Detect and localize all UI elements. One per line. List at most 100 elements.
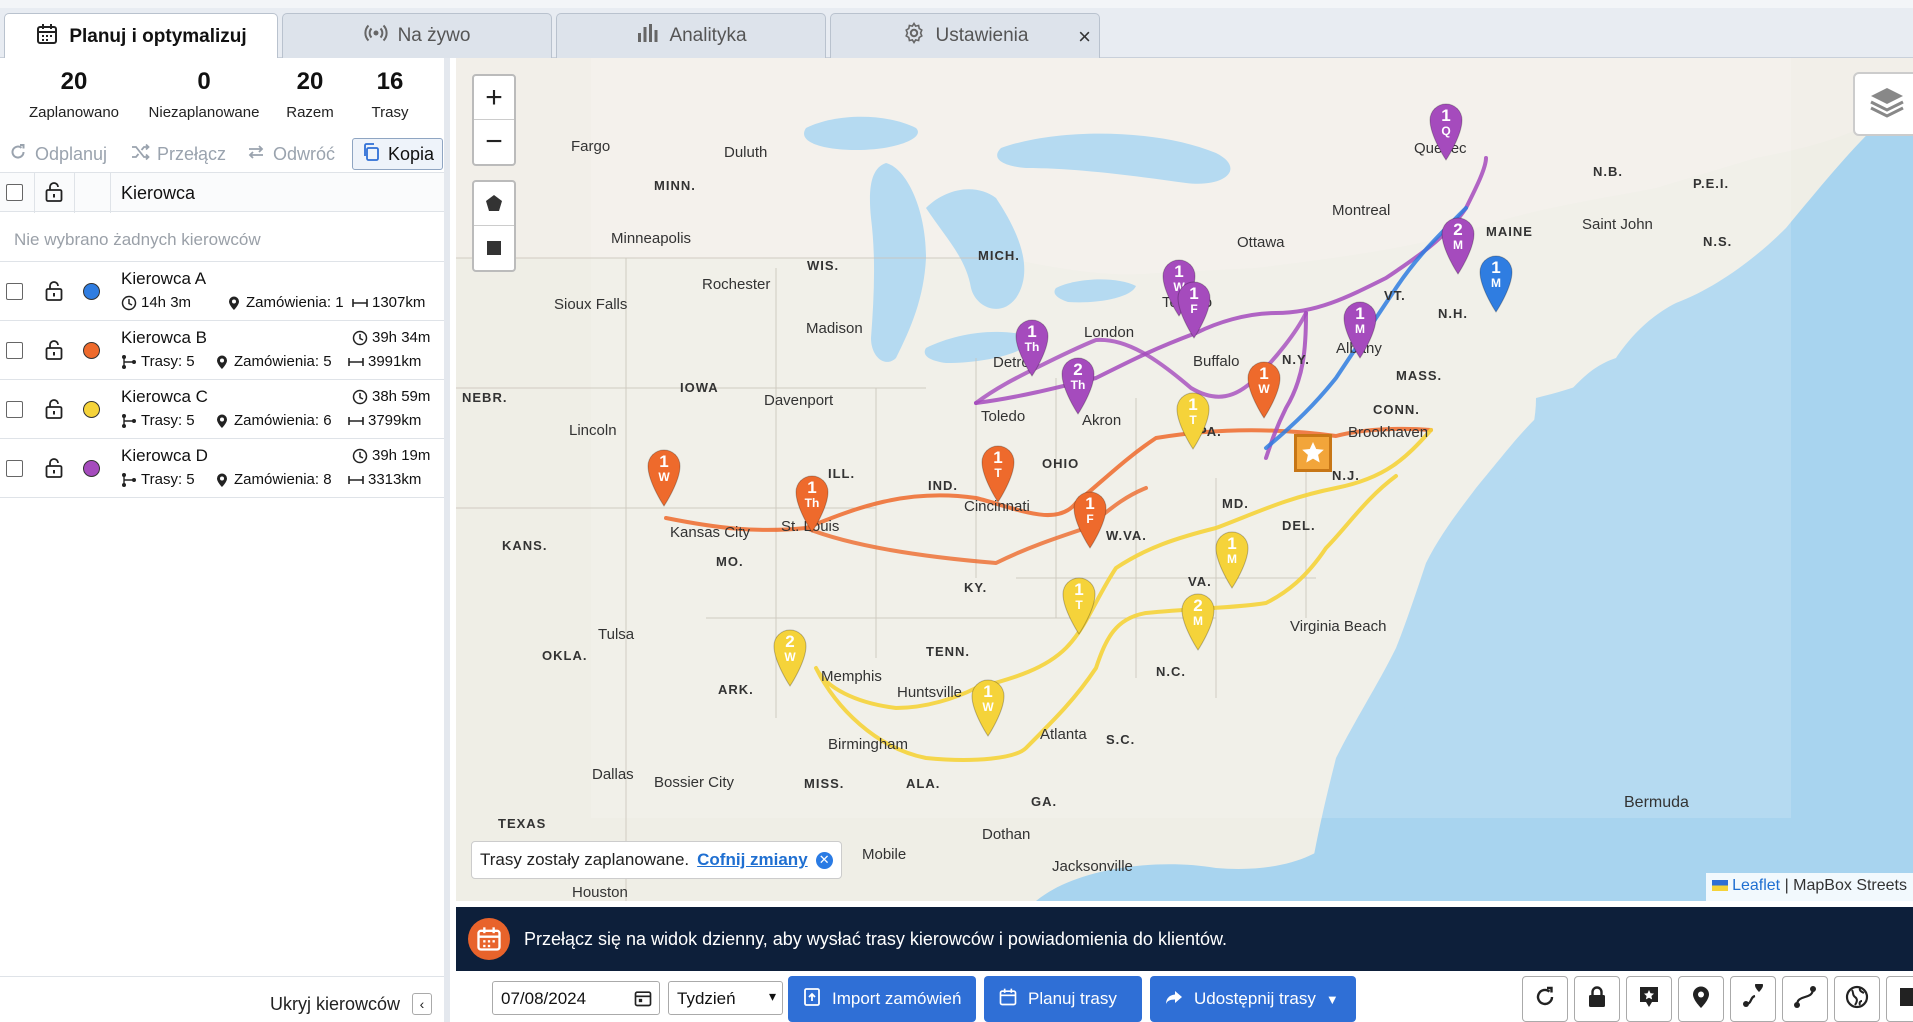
driver-checkbox[interactable] bbox=[6, 460, 23, 477]
share-routes-button[interactable]: Udostępnij trasy ▼ bbox=[1150, 976, 1356, 1022]
app-window: Planuj i optymalizuj Na żywo Analityka U… bbox=[0, 0, 1913, 1022]
close-toast-icon[interactable]: ✕ bbox=[815, 851, 833, 869]
attribution-text: | MapBox Streets bbox=[1780, 877, 1907, 894]
distance-icon bbox=[348, 475, 364, 484]
select-all-checkbox[interactable] bbox=[6, 184, 23, 201]
driver-row[interactable]: Kierowca C 38h 59m Trasy: 5 Zamówienia: … bbox=[0, 380, 444, 439]
route-stop-marker[interactable]: 1F bbox=[1176, 280, 1212, 340]
copy-button[interactable]: Kopia bbox=[352, 138, 444, 170]
driver-orders-value: Zamówienia: 5 bbox=[234, 353, 332, 370]
route-stop-marker[interactable]: 1Q bbox=[1428, 102, 1464, 162]
layers-control[interactable] bbox=[1853, 72, 1913, 136]
marker-number: 1 bbox=[807, 478, 817, 497]
route-stop-marker[interactable]: 1M bbox=[1214, 530, 1250, 590]
share-label: Udostępnij trasy bbox=[1194, 989, 1316, 1008]
refresh-button[interactable] bbox=[1522, 976, 1568, 1022]
state-label: TENN. bbox=[926, 644, 970, 659]
state-label: N.H. bbox=[1438, 306, 1468, 321]
period-select[interactable]: Tydzień ▾ bbox=[668, 981, 783, 1015]
zoom-in-button[interactable]: + bbox=[474, 76, 514, 120]
copy-label: Kopia bbox=[388, 143, 435, 164]
driver-row[interactable]: Kierowca A 14h 3m Zamówienia: 1 1307km bbox=[0, 262, 444, 321]
route-lines-button[interactable] bbox=[1782, 976, 1828, 1022]
plan-routes-button[interactable]: Planuj trasy bbox=[984, 976, 1142, 1022]
route-stop-marker[interactable]: 1M bbox=[1342, 300, 1378, 360]
lock-all-button[interactable] bbox=[1574, 976, 1620, 1022]
share-icon bbox=[1164, 987, 1184, 1012]
calendar-icon bbox=[468, 918, 510, 960]
state-label: KANS. bbox=[502, 538, 548, 553]
panel-icon bbox=[1896, 984, 1913, 1015]
route-stop-marker[interactable]: 1 Th bbox=[794, 474, 830, 534]
reverse-button[interactable]: Odwróć bbox=[246, 138, 335, 170]
city-label: Montreal bbox=[1332, 202, 1391, 219]
unplan-button[interactable]: Odplanuj bbox=[8, 138, 107, 170]
tab-analytics[interactable]: Analityka bbox=[556, 13, 826, 58]
route-stop-marker[interactable]: 2M bbox=[1180, 592, 1216, 652]
route-stop-marker[interactable]: 1W bbox=[646, 448, 682, 508]
driver-checkbox[interactable] bbox=[6, 401, 23, 418]
calendar-icon bbox=[35, 22, 59, 52]
calendar-icon bbox=[998, 987, 1018, 1012]
depot-star-icon[interactable] bbox=[1294, 434, 1332, 472]
route-stop-marker[interactable]: 2 Th bbox=[1060, 356, 1096, 416]
city-label: Davenport bbox=[764, 392, 834, 409]
column-divider bbox=[34, 173, 35, 213]
route-icon bbox=[122, 472, 136, 487]
route-stop-marker[interactable]: 1T bbox=[1175, 391, 1211, 451]
route-stop-marker[interactable]: 1M bbox=[1478, 254, 1514, 314]
zoom-out-button[interactable]: − bbox=[474, 120, 514, 164]
lock-icon[interactable] bbox=[44, 280, 64, 302]
route-stop-marker[interactable]: 1W bbox=[1246, 360, 1282, 420]
state-label: DEL. bbox=[1282, 518, 1316, 533]
hide-drivers-button[interactable]: Ukryj kierowców ‹ bbox=[270, 993, 432, 1015]
route-stop-marker[interactable]: 1T bbox=[980, 444, 1016, 504]
show-stops-button[interactable] bbox=[1678, 976, 1724, 1022]
state-label: MO. bbox=[716, 554, 744, 569]
marker-day: F bbox=[1086, 512, 1094, 526]
tab-live[interactable]: Na żywo bbox=[282, 13, 552, 58]
show-routes-button[interactable] bbox=[1730, 976, 1776, 1022]
driver-time-value: 38h 59m bbox=[372, 388, 431, 405]
leaflet-link[interactable]: Leaflet bbox=[1732, 877, 1780, 894]
lock-icon[interactable] bbox=[44, 457, 64, 479]
import-orders-button[interactable]: Import zamówień bbox=[788, 976, 976, 1022]
date-input[interactable]: 07/08/2024 bbox=[492, 981, 660, 1015]
driver-column-header[interactable]: Kierowca bbox=[121, 183, 195, 204]
driver-checkbox[interactable] bbox=[6, 283, 23, 300]
driver-time-value: 14h 3m bbox=[141, 294, 192, 311]
route-stop-marker[interactable]: 1F bbox=[1072, 490, 1108, 550]
lock-icon[interactable] bbox=[44, 339, 64, 361]
toast-message: Trasy zostały zaplanowane. bbox=[480, 850, 690, 869]
action-bar: Odplanuj Przełącz Odwróć Kopia bbox=[0, 136, 444, 172]
route-stop-marker[interactable]: 2M bbox=[1440, 216, 1476, 276]
route-map[interactable]: + − Fargo Duluth Minneapolis Rochester S… bbox=[456, 58, 1913, 901]
driver-row[interactable]: Kierowca D 39h 19m Trasy: 5 Zamówienia: … bbox=[0, 439, 444, 498]
calendar-icon[interactable] bbox=[633, 988, 653, 1013]
draw-polygon-button[interactable] bbox=[474, 182, 514, 226]
driver-row[interactable]: Kierowca B 39h 34m Trasy: 5 Zamówienia: … bbox=[0, 321, 444, 380]
state-label: NEBR. bbox=[462, 390, 508, 405]
switch-button[interactable]: Przełącz bbox=[130, 138, 226, 170]
marker-day: F bbox=[1190, 302, 1198, 316]
undo-changes-link[interactable]: Cofnij zmiany bbox=[697, 850, 808, 870]
swap-arrows-icon bbox=[246, 142, 266, 167]
route-stop-marker[interactable]: 1T bbox=[1061, 576, 1097, 636]
route-stop-marker[interactable]: 2W bbox=[772, 628, 808, 688]
tab-settings[interactable]: Ustawienia × bbox=[830, 13, 1100, 58]
marker-number: 1 bbox=[1174, 262, 1184, 281]
globe-button[interactable] bbox=[1834, 976, 1880, 1022]
lock-icon[interactable] bbox=[44, 398, 64, 420]
route-stop-marker[interactable]: 1W bbox=[970, 678, 1006, 738]
draw-rectangle-button[interactable] bbox=[474, 226, 514, 270]
driver-checkbox[interactable] bbox=[6, 342, 23, 359]
driver-color-dot bbox=[83, 342, 100, 359]
close-tab-icon[interactable]: × bbox=[1078, 24, 1091, 50]
lock-icon[interactable] bbox=[44, 181, 64, 203]
pin-message-button[interactable] bbox=[1626, 976, 1672, 1022]
tab-plan-optimize[interactable]: Planuj i optymalizuj bbox=[4, 13, 278, 59]
more-tools-button[interactable] bbox=[1886, 976, 1913, 1022]
chevron-down-icon: ▾ bbox=[768, 988, 776, 1004]
driver-distance-value: 3991km bbox=[368, 353, 422, 370]
route-stop-marker[interactable]: 1 Th bbox=[1014, 318, 1050, 378]
